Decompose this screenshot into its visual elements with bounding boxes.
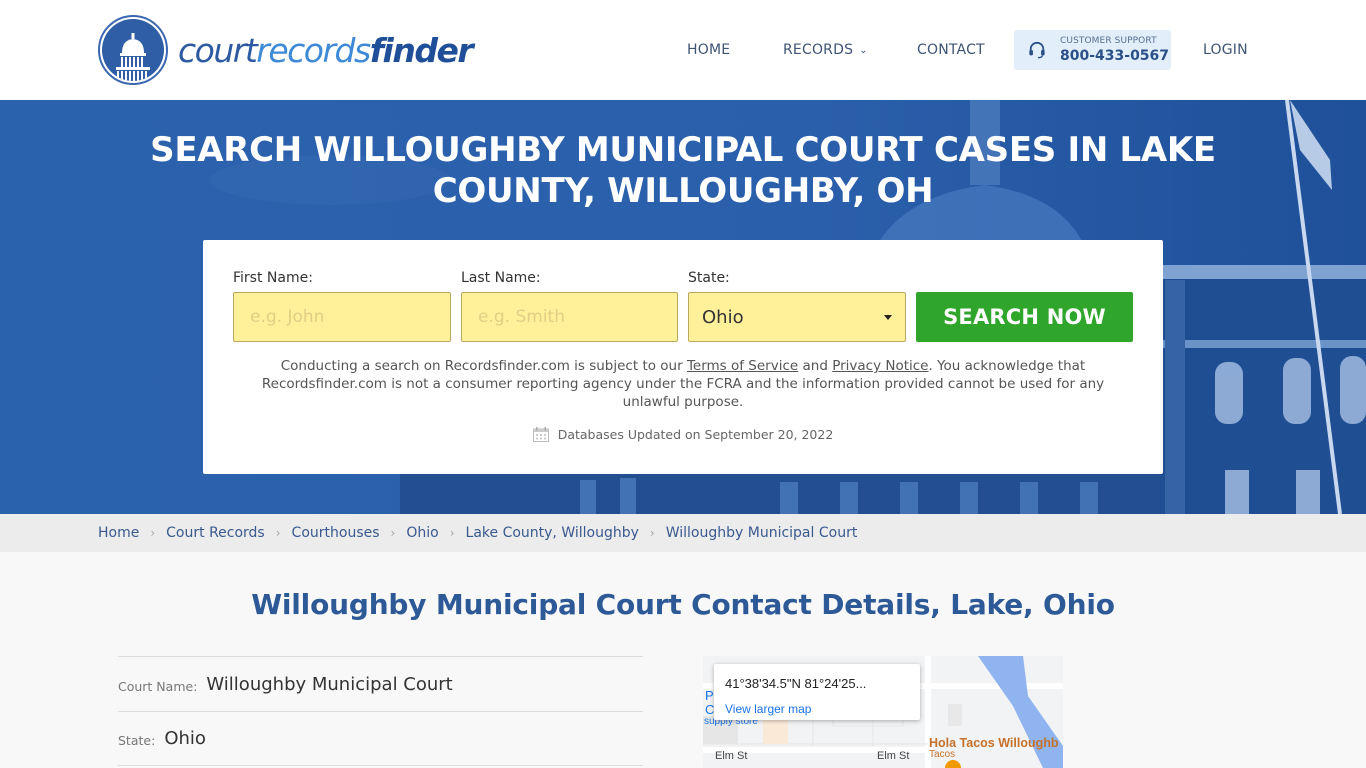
search-form: First Name: Last Name: State: Ohio SEARC… bbox=[203, 240, 1163, 474]
chevron-right-icon: › bbox=[275, 526, 281, 540]
state-detail-label: State: bbox=[118, 733, 156, 748]
hero-section: SEARCH WILLOUGHBY MUNICIPAL COURT CASES … bbox=[0, 100, 1366, 514]
state-detail-value: Ohio bbox=[164, 728, 206, 749]
detail-row-state: State: Ohio bbox=[118, 711, 643, 766]
map-poi-category: Tacos bbox=[929, 749, 956, 760]
map-street-label: Elm St bbox=[877, 750, 910, 762]
map-poi-partial[interactable]: C bbox=[705, 702, 714, 717]
detail-row-court-name: Court Name: Willoughby Municipal Court bbox=[118, 656, 643, 711]
nav-login[interactable]: LOGIN bbox=[1203, 30, 1248, 70]
first-name-input[interactable] bbox=[233, 292, 451, 342]
hero-title: SEARCH WILLOUGHBY MUNICIPAL COURT CASES … bbox=[150, 130, 1216, 211]
support-label: CUSTOMER SUPPORT bbox=[1060, 36, 1157, 46]
court-details-list: Court Name: Willoughby Municipal Court S… bbox=[118, 656, 643, 766]
search-now-button[interactable]: SEARCH NOW bbox=[916, 292, 1133, 342]
nav-records-label: RECORDS bbox=[783, 42, 854, 58]
disclaimer-text-and: and bbox=[798, 358, 833, 374]
breadcrumb-bar: Home › Court Records › Courthouses › Ohi… bbox=[0, 514, 1366, 552]
nav-records[interactable]: RECORDS ⌄ bbox=[783, 30, 868, 70]
chevron-right-icon: › bbox=[150, 526, 156, 540]
disclaimer-text-prefix: Conducting a search on Recordsfinder.com… bbox=[280, 358, 687, 374]
court-name-value: Willoughby Municipal Court bbox=[206, 673, 453, 695]
chevron-right-icon: › bbox=[449, 526, 455, 540]
breadcrumb-home[interactable]: Home bbox=[98, 525, 139, 541]
terms-of-service-link[interactable]: Terms of Service bbox=[687, 358, 798, 374]
last-name-label: Last Name: bbox=[461, 270, 541, 286]
breadcrumb-lake-county[interactable]: Lake County, Willoughby bbox=[466, 525, 639, 541]
dropdown-arrow-icon bbox=[884, 315, 892, 320]
map-poi-name[interactable]: Hola Tacos Willoughb bbox=[929, 736, 1059, 750]
database-updated-text: Databases Updated on September 20, 2022 bbox=[557, 427, 834, 442]
search-disclaimer: Conducting a search on Recordsfinder.com… bbox=[243, 357, 1123, 411]
breadcrumb: Home › Court Records › Courthouses › Ohi… bbox=[98, 514, 857, 552]
breadcrumb-ohio[interactable]: Ohio bbox=[406, 525, 438, 541]
nav-home[interactable]: HOME bbox=[687, 30, 730, 70]
support-phone[interactable]: 800-433-0567 bbox=[1060, 49, 1169, 63]
map-info-card: 41°38'34.5"N 81°24'25... View larger map bbox=[714, 664, 920, 720]
breadcrumb-courthouses[interactable]: Courthouses bbox=[292, 525, 380, 541]
map-street-label: Elm St bbox=[715, 750, 748, 762]
chevron-right-icon: › bbox=[649, 526, 655, 540]
nav-contact[interactable]: CONTACT bbox=[917, 30, 985, 70]
customer-support-button[interactable]: CUSTOMER SUPPORT 800-433-0567 bbox=[1014, 30, 1171, 70]
embedded-map[interactable]: P C supply store Elm St Elm St Hola Taco… bbox=[703, 656, 1063, 768]
privacy-notice-link[interactable]: Privacy Notice bbox=[832, 358, 928, 374]
breadcrumb-court-records[interactable]: Court Records bbox=[166, 525, 265, 541]
database-updated-note: Databases Updated on September 20, 2022 bbox=[203, 427, 1163, 442]
state-select[interactable]: Ohio bbox=[688, 292, 906, 342]
chevron-down-icon: ⌄ bbox=[859, 45, 868, 56]
calendar-icon bbox=[532, 427, 549, 442]
view-larger-map-link[interactable]: View larger map bbox=[725, 702, 811, 716]
site-header: courtrecordsfinder HOME RECORDS ⌄ CONTACT… bbox=[0, 0, 1366, 100]
contact-details-title: Willoughby Municipal Court Contact Detai… bbox=[251, 588, 1115, 621]
state-select-value: Ohio bbox=[702, 306, 744, 328]
map-coordinates: 41°38'34.5"N 81°24'25... bbox=[725, 676, 867, 691]
first-name-label: First Name: bbox=[233, 270, 313, 286]
court-name-label: Court Name: bbox=[118, 678, 198, 694]
headset-icon bbox=[1029, 41, 1045, 59]
last-name-input[interactable] bbox=[461, 292, 678, 342]
map-poi-partial[interactable]: P bbox=[705, 688, 714, 703]
state-label: State: bbox=[688, 270, 730, 286]
chevron-right-icon: › bbox=[390, 526, 396, 540]
breadcrumb-current-court[interactable]: Willoughby Municipal Court bbox=[666, 525, 858, 541]
